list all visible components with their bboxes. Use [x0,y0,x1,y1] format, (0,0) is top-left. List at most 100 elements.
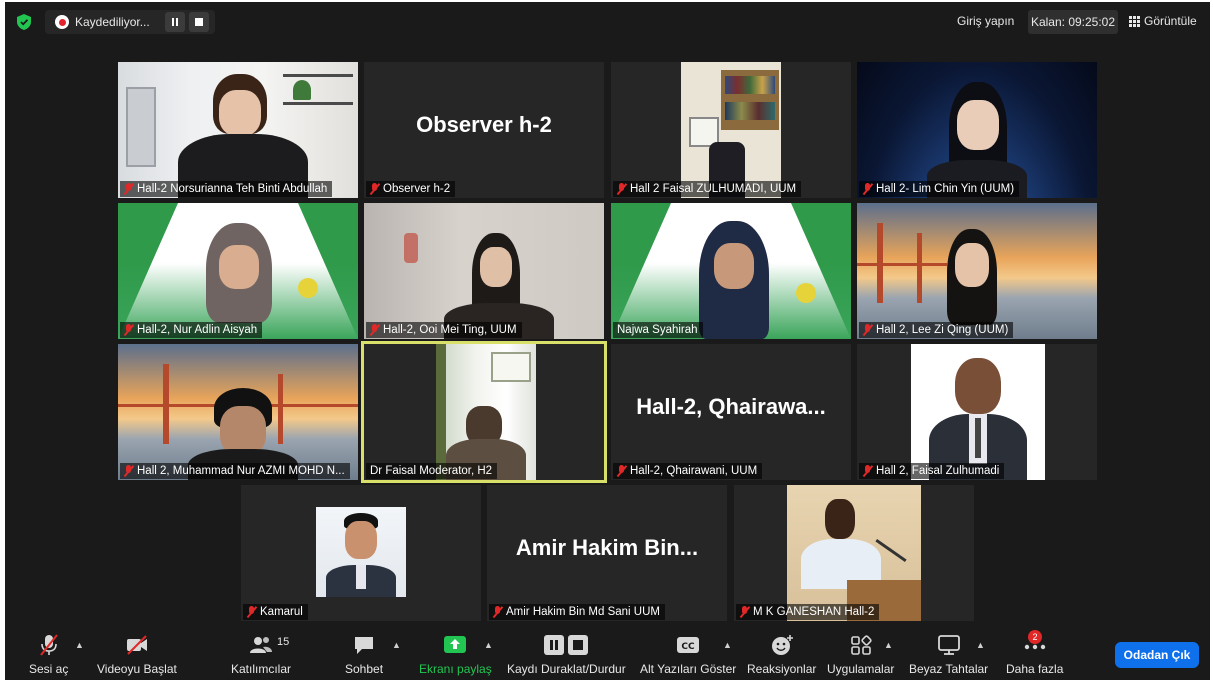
more-button[interactable]: 2 Daha fazla [1006,630,1064,678]
stop-recording-button[interactable] [189,12,209,32]
leave-room-button[interactable]: Odadan Çık [1115,642,1199,668]
video-off-icon [126,635,147,655]
share-options-chevron-up-icon[interactable]: ▲ [484,640,493,650]
security-shield-icon[interactable] [17,14,31,30]
whiteboards-label: Beyaz Tahtalar [909,662,989,676]
unmute-label: Sesi aç [29,662,69,676]
participant-tile[interactable]: Kamarul [241,485,481,621]
remaining-time: Kalan: 09:25:02 [1028,10,1118,34]
unmute-button[interactable]: Sesi aç [29,634,68,678]
participant-video [118,62,358,198]
participant-name-label: M K GANESHAN Hall-2 [736,604,880,620]
svg-text:CC: CC [682,642,696,652]
chat-options-chevron-up-icon[interactable]: ▲ [392,640,401,650]
participant-name-label: Observer h-2 [366,181,456,197]
participant-tile[interactable]: Hall-2, Qhairawa... Hall-2, Qhairawani, … [611,344,851,480]
participant-name-label: Amir Hakim Bin Md Sani UUM [489,604,665,620]
active-speaker-tile[interactable]: Dr Faisal Moderator, H2 [361,341,607,483]
muted-mic-icon [124,183,133,195]
apps-options-chevron-up-icon[interactable]: ▲ [884,640,893,650]
participant-tile[interactable]: Hall-2, Nur Adlin Aisyah [118,203,358,339]
participant-tile[interactable]: Hall-2, Ooi Mei Ting, UUM [364,203,604,339]
sign-in-link[interactable]: Giriş yapın [957,14,1014,28]
participant-display-name: Observer h-2 [416,112,552,137]
participant-name-label: Hall 2, Faisal Zulhumadi [859,463,1005,479]
participants-count: 15 [277,636,290,648]
recording-label: Kaydediliyor... [75,15,150,29]
participant-video [857,62,1097,198]
participant-video [857,203,1097,339]
muted-mic-icon [863,183,872,195]
chat-label: Sohbet [345,662,384,676]
participant-video [681,62,781,198]
pause-stop-recording-button[interactable]: Kaydı Duraklat/Durdur [507,634,626,678]
participant-tile[interactable]: Hall 2, Faisal Zulhumadi [857,344,1097,480]
participant-tile[interactable]: Hall 2, Lee Zi Qing (UUM) [857,203,1097,339]
start-video-button[interactable]: Videoyu Başlat [97,634,177,678]
muted-mic-icon [124,324,133,336]
participant-video [436,344,536,480]
participant-name-label: Hall-2, Ooi Mei Ting, UUM [366,322,522,338]
grid-view-icon [1129,15,1140,27]
participant-name-label: Hall-2, Nur Adlin Aisyah [120,322,263,338]
muted-mic-icon [617,183,626,195]
muted-mic-icon [740,606,749,618]
participant-video [316,507,406,597]
meeting-toolbar: Sesi aç ▲ Videoyu Başlat Katılımcılar 15 [5,628,1210,680]
participant-display-name: Hall-2, Qhairawa... [636,394,826,419]
participant-video [911,344,1045,480]
muted-microphone-icon [39,634,58,656]
participant-tile[interactable]: Hall 2- Lim Chin Yin (UUM) [857,62,1097,198]
muted-mic-icon [863,465,872,477]
show-captions-button[interactable]: CC Alt Yazıları Göster [640,634,736,678]
whiteboards-options-chevron-up-icon[interactable]: ▲ [976,640,985,650]
reactions-button[interactable]: Reaksiyonlar [747,634,816,678]
audio-options-chevron-up-icon[interactable]: ▲ [75,640,84,650]
muted-mic-icon [124,465,133,477]
muted-mic-icon [370,183,379,195]
participant-tile[interactable]: Hall-2 Norsurianna Teh Binti Abdullah [118,62,358,198]
participant-name-label: Hall 2 Faisal ZULHUMADI, UUM [613,181,802,197]
participant-tile[interactable]: Hall 2, Muhammad Nur AZMI MOHD N... [118,344,358,480]
chat-button[interactable]: Sohbet [345,634,383,678]
participant-video [364,203,604,339]
view-button[interactable]: Görüntüle [1129,14,1197,28]
participant-video [118,344,358,480]
pause-stop-recording-icon [544,635,589,655]
start-video-label: Videoyu Başlat [97,662,177,676]
recording-indicator: Kaydediliyor... [45,10,215,34]
participant-tile[interactable]: M K GANESHAN Hall-2 [734,485,974,621]
muted-mic-icon [370,324,379,336]
recording-dot-icon [55,15,69,29]
participant-display-name: Amir Hakim Bin... [515,535,699,560]
more-label: Daha fazla [1006,662,1064,676]
participant-tile[interactable]: Najwa Syahirah [611,203,851,339]
pause-stop-recording-label: Kaydı Duraklat/Durdur [507,662,626,676]
participant-tile[interactable]: Amir Hakim Bin... Amir Hakim Bin Md Sani… [487,485,727,621]
participants-icon [250,637,272,653]
participant-video [118,203,358,339]
closed-captions-icon: CC [677,637,700,653]
chat-bubble-icon [355,637,374,654]
participant-tile[interactable]: Observer h-2 Observer h-2 [364,62,604,198]
apps-icon [850,635,872,655]
participant-video [787,485,921,621]
share-screen-label: Ekranı paylaş [419,662,492,676]
pause-recording-button[interactable] [165,12,185,32]
participant-name-label: Hall 2, Muhammad Nur AZMI MOHD N... [120,463,350,479]
share-screen-icon [444,636,467,653]
participant-tile[interactable]: Hall 2 Faisal ZULHUMADI, UUM [611,62,851,198]
participants-label: Katılımcılar [231,662,292,676]
reactions-label: Reaksiyonlar [747,662,817,676]
participant-name-label: Hall-2 Norsurianna Teh Binti Abdullah [120,181,333,197]
participant-name-label: Hall 2- Lim Chin Yin (UUM) [859,181,1020,197]
share-screen-button[interactable]: Ekranı paylaş [419,634,492,678]
show-captions-label: Alt Yazıları Göster [640,662,737,676]
participant-name-label: Najwa Syahirah [613,322,703,338]
view-label: Görüntüle [1144,14,1197,28]
captions-options-chevron-up-icon[interactable]: ▲ [723,640,732,650]
participant-name-label: Dr Faisal Moderator, H2 [366,463,498,479]
muted-mic-icon [493,606,502,618]
smiley-plus-icon [771,635,793,655]
participant-video [611,203,851,339]
